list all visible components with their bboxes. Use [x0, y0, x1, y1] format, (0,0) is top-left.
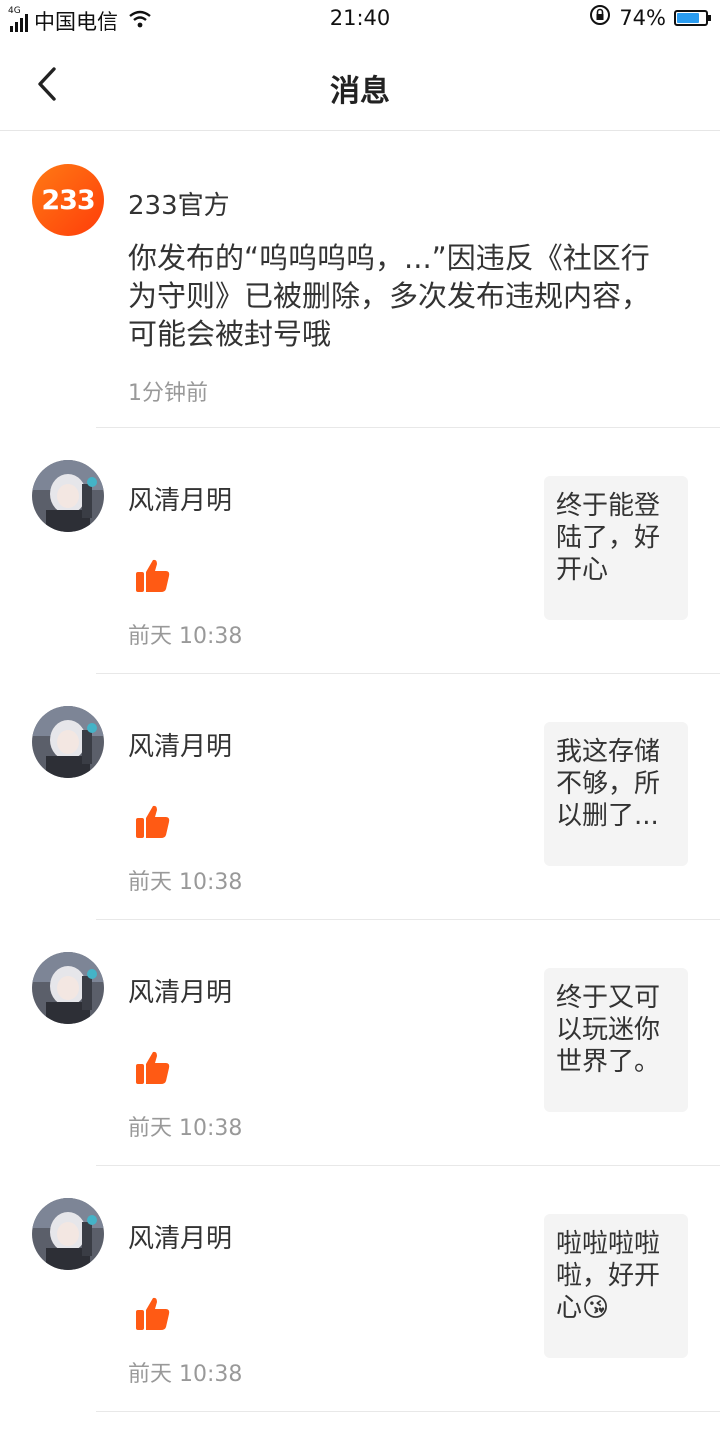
kiss-emoji-icon: 😘 [582, 1293, 610, 1323]
quoted-post[interactable]: 我这存储不够，所以删了... [544, 722, 688, 866]
sender-name: 233官方 [128, 191, 230, 221]
battery-icon [674, 9, 711, 26]
thumbs-up-icon [135, 1050, 171, 1086]
message-time: 前天 10:38 [128, 1116, 243, 1141]
system-message-item[interactable]: 233 233官方 你发布的“呜呜呜呜，...”因违反《社区行为守则》已被删除，… [0, 131, 720, 428]
quoted-post-text: 我这存储不够，所以删了... [556, 737, 661, 831]
status-bar: 4G 中国电信 21:40 74% [0, 0, 720, 38]
like-message-item[interactable]: 风清月明 前天 10:38 终于又可以玩迷你世界了。 [0, 920, 720, 1166]
quoted-post-text: 终于能登陆了，好开心 [556, 491, 661, 585]
quoted-post[interactable]: 终于能登陆了，好开心 [544, 476, 688, 620]
avatar[interactable] [32, 460, 104, 532]
thumbs-up-icon [135, 804, 171, 840]
thumbs-up-icon [135, 558, 171, 594]
battery-percent: 74% [619, 5, 666, 30]
official-logo: 233 [32, 164, 104, 236]
user-name: 风清月明 [128, 486, 233, 516]
message-time: 前天 10:38 [128, 870, 243, 895]
message-time: 前天 10:38 [128, 624, 243, 649]
page-title: 消息 [330, 74, 390, 109]
rotation-lock-icon [589, 4, 611, 31]
system-message-text: 你发布的“呜呜呜呜，...”因违反《社区行为守则》已被删除，多次发布违规内容，可… [128, 241, 651, 351]
divider [96, 1411, 720, 1412]
quoted-post[interactable]: 啦啦啦啦啦，好开心😘 [544, 1214, 688, 1358]
quoted-post-text: 终于又可以玩迷你世界了。 [556, 983, 661, 1077]
user-name: 风清月明 [128, 732, 233, 762]
like-message-item[interactable]: 风清月明 前天 10:38 啦啦啦啦啦，好开心😘 [0, 1166, 720, 1412]
like-message-item[interactable]: 风清月明 前天 10:38 终于能登陆了，好开心 [0, 428, 720, 674]
message-time: 1分钟前 [128, 381, 208, 406]
avatar[interactable] [32, 706, 104, 778]
user-name: 风清月明 [128, 978, 233, 1008]
message-time: 前天 10:38 [128, 1362, 243, 1387]
user-name: 风清月明 [128, 1224, 233, 1254]
avatar[interactable] [32, 952, 104, 1024]
thumbs-up-icon [135, 1296, 171, 1332]
like-message-item[interactable]: 风清月明 前天 10:38 我这存储不够，所以删了... [0, 674, 720, 920]
quoted-post[interactable]: 终于又可以玩迷你世界了。 [544, 968, 688, 1112]
message-list[interactable]: 233 233官方 你发布的“呜呜呜呜，...”因违反《社区行为守则》已被删除，… [0, 131, 720, 1412]
avatar[interactable] [32, 1198, 104, 1270]
nav-bar: 消息 [0, 38, 720, 131]
